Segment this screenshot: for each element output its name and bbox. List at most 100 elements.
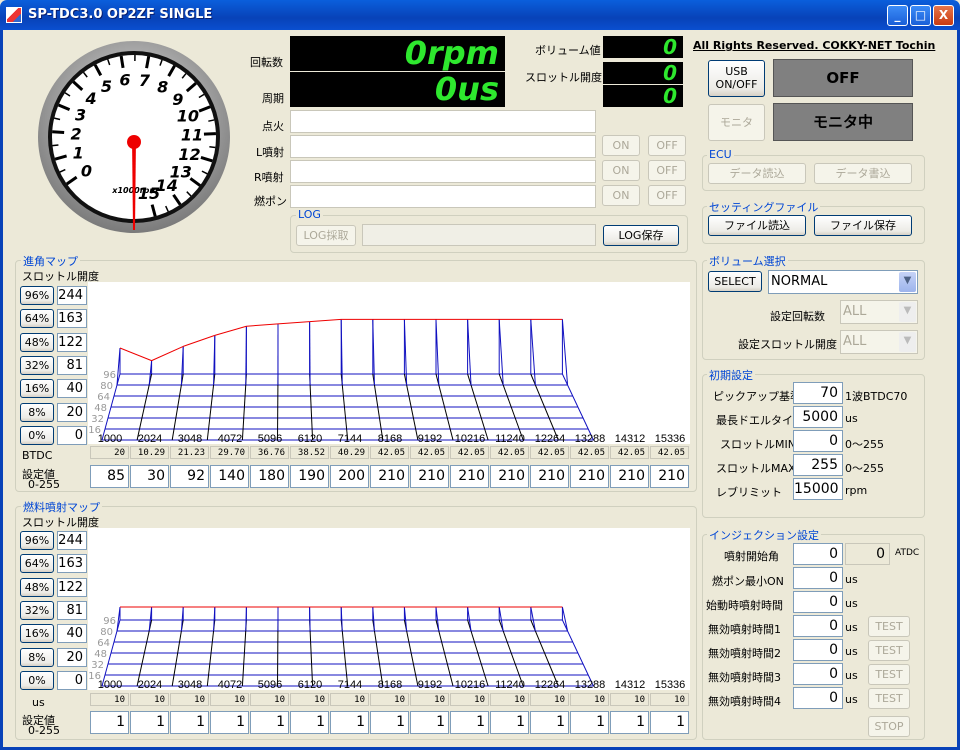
injection-input[interactable]: 0 (793, 591, 843, 613)
usb-toggle-button[interactable]: USB ON/OFF (708, 60, 765, 97)
map-setting-cell[interactable]: 140 (210, 465, 249, 488)
map-setting-cell[interactable]: 210 (530, 465, 569, 488)
test-button[interactable]: TEST (868, 688, 910, 709)
map-setting-cell[interactable]: 1 (370, 711, 409, 734)
map-setting-cell[interactable]: 210 (490, 465, 529, 488)
map-setting-cell[interactable]: 1 (90, 711, 129, 734)
injection-input[interactable]: 0 (793, 663, 843, 685)
ecu-read-button[interactable]: データ読込 (708, 163, 806, 184)
test-button[interactable]: TEST (868, 616, 910, 637)
title-bar[interactable]: SP-TDC3.0 OP2ZF SINGLE _ □ X (0, 0, 960, 30)
throttle-value-cell[interactable]: 40 (57, 624, 87, 644)
map-setting-cell[interactable]: 210 (370, 465, 409, 488)
volume-mode-select[interactable]: NORMAL ▼ (768, 270, 918, 294)
map-setting-cell[interactable]: 210 (610, 465, 649, 488)
map-setting-cell[interactable]: 1 (650, 711, 689, 734)
throttle-pct-button[interactable]: 48% (20, 332, 54, 352)
throttle-pct-button[interactable]: 0% (20, 425, 54, 445)
log-save-button[interactable]: LOG保存 (603, 225, 679, 246)
file-read-button[interactable]: ファイル読込 (708, 215, 806, 236)
map-setting-cell[interactable]: 180 (250, 465, 289, 488)
throttle-pct-button[interactable]: 32% (20, 355, 54, 375)
map-setting-cell[interactable]: 30 (130, 465, 169, 488)
map-small-cell: 42.05 (530, 446, 569, 459)
map-setting-cell[interactable]: 1 (410, 711, 449, 734)
map-setting-cell[interactable]: 1 (250, 711, 289, 734)
throttle-value-cell[interactable]: 81 (57, 355, 87, 375)
throttle-value-cell[interactable]: 122 (57, 577, 87, 597)
map-setting-cell[interactable]: 1 (530, 711, 569, 734)
throttle-value-cell[interactable]: 163 (57, 554, 87, 574)
fuel-pump-on-button[interactable]: ON (602, 185, 640, 206)
monitor-button[interactable]: モニタ (708, 104, 765, 141)
map-setting-cell[interactable]: 1 (330, 711, 369, 734)
throttle-pct-button[interactable]: 64% (20, 554, 54, 574)
r-injection-off-button[interactable]: OFF (648, 160, 686, 181)
injection-input[interactable]: 0 (793, 615, 843, 637)
ecu-write-button[interactable]: データ書込 (814, 163, 912, 184)
map-setting-cell[interactable]: 210 (450, 465, 489, 488)
map-setting-cell[interactable]: 92 (170, 465, 209, 488)
throttle-pct-button[interactable]: 96% (20, 531, 54, 550)
l-injection-off-button[interactable]: OFF (648, 135, 686, 156)
rpm-display: 0rpm (290, 36, 505, 71)
throttle-value-cell[interactable]: 244 (57, 286, 87, 305)
throttle-value-cell[interactable]: 81 (57, 600, 87, 620)
log-capture-button[interactable]: LOG採取 (296, 225, 356, 246)
throttle-pct-button[interactable]: 32% (20, 600, 54, 620)
throttle-value-cell[interactable]: 0 (57, 670, 87, 690)
minimize-button[interactable]: _ (887, 5, 908, 26)
init-input[interactable]: 5000 (793, 406, 843, 428)
test-button[interactable]: TEST (868, 640, 910, 661)
stop-button[interactable]: STOP (868, 716, 910, 737)
r-injection-on-button[interactable]: ON (602, 160, 640, 181)
throttle-pct-button[interactable]: 96% (20, 286, 54, 305)
injection-input[interactable]: 0 (793, 567, 843, 589)
map-setting-cell[interactable]: 210 (410, 465, 449, 488)
throttle-pct-button[interactable]: 48% (20, 577, 54, 597)
map-setting-cell[interactable]: 200 (330, 465, 369, 488)
init-input[interactable]: 0 (793, 430, 843, 452)
fuel-pump-off-button[interactable]: OFF (648, 185, 686, 206)
throttle-pct-button[interactable]: 16% (20, 624, 54, 644)
init-input[interactable]: 255 (793, 454, 843, 476)
select-button[interactable]: SELECT (708, 271, 762, 292)
throttle-pct-button[interactable]: 8% (20, 402, 54, 422)
injection-input[interactable]: 0 (793, 687, 843, 709)
injection-input[interactable]: 0 (793, 639, 843, 661)
set-rpm-select[interactable]: ALL ▼ (840, 300, 918, 324)
throttle-pct-button[interactable]: 16% (20, 379, 54, 399)
map-setting-cell[interactable]: 1 (290, 711, 329, 734)
set-throttle-select[interactable]: ALL ▼ (840, 330, 918, 354)
map-setting-cell[interactable]: 1 (570, 711, 609, 734)
map-setting-cell[interactable]: 210 (570, 465, 609, 488)
map-setting-cell[interactable]: 190 (290, 465, 329, 488)
throttle-value-cell[interactable]: 40 (57, 379, 87, 399)
map-setting-cell[interactable]: 1 (170, 711, 209, 734)
throttle-pct-button[interactable]: 8% (20, 647, 54, 667)
throttle-value-cell[interactable]: 20 (57, 647, 87, 667)
map-setting-cell[interactable]: 85 (90, 465, 129, 488)
throttle-value-cell[interactable]: 0 (57, 425, 87, 445)
throttle-value-cell[interactable]: 244 (57, 531, 87, 550)
map-setting-cell[interactable]: 210 (650, 465, 689, 488)
file-save-button[interactable]: ファイル保存 (814, 215, 912, 236)
l-injection-on-button[interactable]: ON (602, 135, 640, 156)
init-input[interactable]: 70 (793, 382, 843, 404)
map-setting-cell[interactable]: 1 (610, 711, 649, 734)
maximize-button[interactable]: □ (910, 5, 931, 26)
test-button[interactable]: TEST (868, 664, 910, 685)
map-setting-cell[interactable]: 1 (490, 711, 529, 734)
map-setting-cell[interactable]: 1 (450, 711, 489, 734)
throttle-pct-button[interactable]: 64% (20, 309, 54, 329)
throttle-value-cell[interactable]: 163 (57, 309, 87, 329)
throttle-pct-button[interactable]: 0% (20, 670, 54, 690)
init-input[interactable]: 15000 (793, 478, 843, 500)
injection-start-input[interactable]: 0 (793, 543, 843, 565)
throttle-value-cell[interactable]: 122 (57, 332, 87, 352)
log-path-field[interactable] (362, 224, 596, 246)
map-setting-cell[interactable]: 1 (210, 711, 249, 734)
close-button[interactable]: X (933, 5, 954, 26)
throttle-value-cell[interactable]: 20 (57, 402, 87, 422)
map-setting-cell[interactable]: 1 (130, 711, 169, 734)
